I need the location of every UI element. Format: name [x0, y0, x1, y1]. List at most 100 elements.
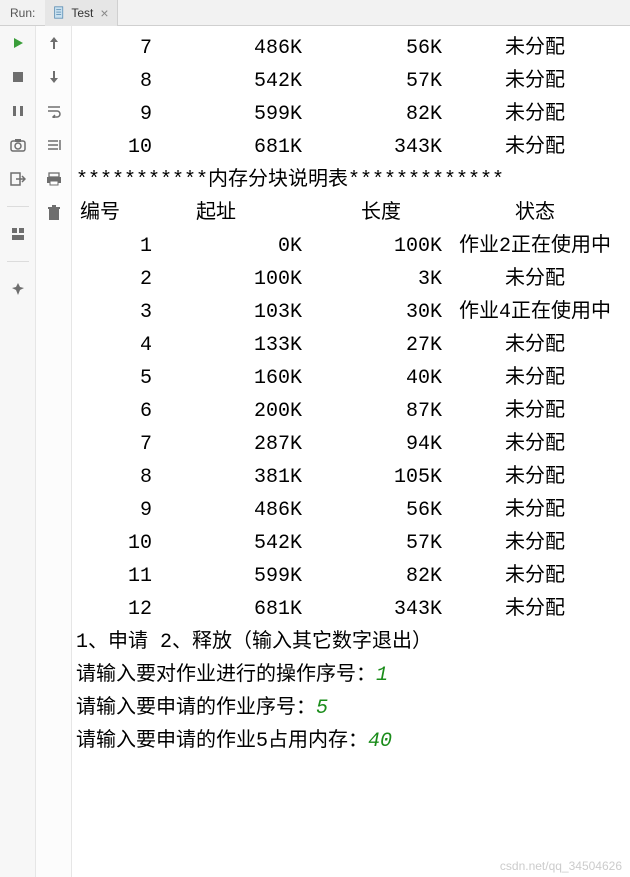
- cell-status: 未分配: [446, 560, 624, 593]
- header-addr: 起址: [156, 197, 306, 230]
- table-row: 7287K94K未分配: [76, 428, 624, 461]
- cell-len: 343K: [306, 593, 446, 626]
- cell-id: 2: [76, 263, 156, 296]
- tab-test[interactable]: Test ×: [45, 0, 117, 26]
- table-row: 8542K57K未分配: [76, 65, 624, 98]
- cell-len: 30K: [306, 296, 446, 329]
- cell-id: 6: [76, 395, 156, 428]
- camera-icon[interactable]: [9, 136, 27, 154]
- table-row: 8381K105K未分配: [76, 461, 624, 494]
- divider: [7, 261, 29, 262]
- cell-addr: 486K: [156, 32, 306, 65]
- cell-addr: 200K: [156, 395, 306, 428]
- cell-len: 56K: [306, 32, 446, 65]
- cell-addr: 681K: [156, 593, 306, 626]
- watermark: csdn.net/qq_34504626: [500, 859, 622, 873]
- table-row: 5160K40K未分配: [76, 362, 624, 395]
- prompt-text: 请输入要申请的作业5占用内存：: [76, 730, 368, 753]
- arrow-up-icon[interactable]: [45, 34, 63, 52]
- close-icon[interactable]: ×: [100, 6, 108, 20]
- cell-len: 57K: [306, 527, 446, 560]
- pin-icon[interactable]: [9, 280, 27, 298]
- prompt-text: 请输入要对作业进行的操作序号：: [76, 664, 376, 687]
- banner: ***********内存分块说明表*************: [76, 164, 624, 197]
- cell-len: 57K: [306, 65, 446, 98]
- cell-len: 56K: [306, 494, 446, 527]
- cell-status: 未分配: [446, 527, 624, 560]
- cell-status: 未分配: [446, 329, 624, 362]
- cell-addr: 486K: [156, 494, 306, 527]
- cell-len: 82K: [306, 98, 446, 131]
- arrow-down-icon[interactable]: [45, 68, 63, 86]
- table-row: 11599K82K未分配: [76, 560, 624, 593]
- cell-id: 12: [76, 593, 156, 626]
- header-id: 编号: [76, 197, 156, 230]
- cell-addr: 542K: [156, 65, 306, 98]
- cell-status: 作业2正在使用中: [446, 230, 624, 263]
- run-label: Run:: [0, 6, 45, 20]
- header-status: 状态: [446, 197, 624, 230]
- cell-addr: 160K: [156, 362, 306, 395]
- print-icon[interactable]: [45, 170, 63, 188]
- cell-addr: 681K: [156, 131, 306, 164]
- table-row: 6200K87K未分配: [76, 395, 624, 428]
- cell-len: 100K: [306, 230, 446, 263]
- cell-id: 5: [76, 362, 156, 395]
- main-area: 7486K56K未分配8542K57K未分配9599K82K未分配10681K3…: [0, 26, 630, 877]
- user-input: 5: [316, 697, 328, 720]
- cell-id: 9: [76, 494, 156, 527]
- menu-prompt: 1、申请 2、释放（输入其它数字退出）: [76, 626, 624, 659]
- table-row: 10542K57K未分配: [76, 527, 624, 560]
- run-icon[interactable]: [9, 34, 27, 52]
- cell-id: 1: [76, 230, 156, 263]
- cell-status: 未分配: [446, 32, 624, 65]
- tab-label: Test: [71, 6, 93, 20]
- cell-len: 82K: [306, 560, 446, 593]
- cell-addr: 287K: [156, 428, 306, 461]
- scroll-end-icon[interactable]: [45, 136, 63, 154]
- cell-id: 10: [76, 131, 156, 164]
- cell-status: 未分配: [446, 395, 624, 428]
- cell-len: 3K: [306, 263, 446, 296]
- cell-status: 未分配: [446, 65, 624, 98]
- cell-id: 4: [76, 329, 156, 362]
- left-gutter-2: [36, 26, 72, 877]
- cell-id: 9: [76, 98, 156, 131]
- cell-status: 未分配: [446, 494, 624, 527]
- cell-addr: 103K: [156, 296, 306, 329]
- cell-status: 未分配: [446, 428, 624, 461]
- cell-status: 未分配: [446, 593, 624, 626]
- cell-len: 87K: [306, 395, 446, 428]
- prompt-line: 请输入要申请的作业5占用内存：40: [76, 725, 624, 758]
- cell-len: 94K: [306, 428, 446, 461]
- cell-id: 10: [76, 527, 156, 560]
- prompt-line: 请输入要对作业进行的操作序号：1: [76, 659, 624, 692]
- table-row: 7486K56K未分配: [76, 32, 624, 65]
- exit-icon[interactable]: [9, 170, 27, 188]
- console-output[interactable]: 7486K56K未分配8542K57K未分配9599K82K未分配10681K3…: [72, 26, 630, 877]
- cell-addr: 542K: [156, 527, 306, 560]
- header-len: 长度: [306, 197, 446, 230]
- cell-id: 11: [76, 560, 156, 593]
- stop-icon[interactable]: [9, 68, 27, 86]
- table-row: 10K100K作业2正在使用中: [76, 230, 624, 263]
- layout-icon[interactable]: [9, 225, 27, 243]
- cell-status: 未分配: [446, 131, 624, 164]
- cell-id: 7: [76, 32, 156, 65]
- cell-addr: 381K: [156, 461, 306, 494]
- pause-icon[interactable]: [9, 102, 27, 120]
- left-gutter-1: [0, 26, 36, 877]
- table-row: 2100K3K未分配: [76, 263, 624, 296]
- cell-status: 未分配: [446, 263, 624, 296]
- cell-id: 7: [76, 428, 156, 461]
- cell-len: 105K: [306, 461, 446, 494]
- cell-status: 未分配: [446, 362, 624, 395]
- wrap-icon[interactable]: [45, 102, 63, 120]
- table-row: 10681K343K未分配: [76, 131, 624, 164]
- cell-addr: 133K: [156, 329, 306, 362]
- cell-len: 40K: [306, 362, 446, 395]
- table-row: 12681K343K未分配: [76, 593, 624, 626]
- trash-icon[interactable]: [45, 204, 63, 222]
- prompt-line: 请输入要申请的作业序号：5: [76, 692, 624, 725]
- divider: [7, 206, 29, 207]
